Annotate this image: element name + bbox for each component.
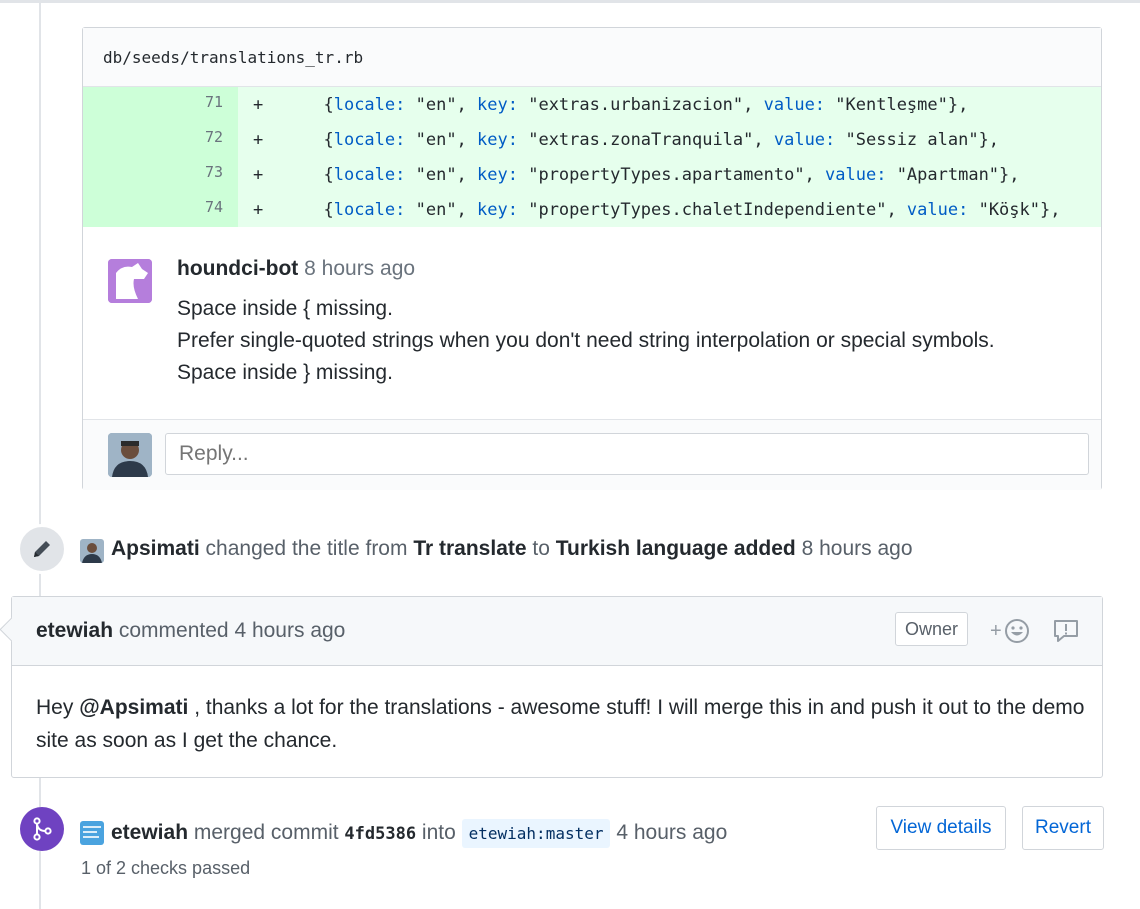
comment-body: Hey @Apsimati , thanks a lot for the tra… [36, 696, 1085, 752]
comment-header: houndci-bot 8 hours ago [177, 257, 415, 281]
review-comment: houndci-bot 8 hours ago Space inside { m… [83, 227, 1101, 420]
current-user-avatar [108, 433, 152, 477]
line-number[interactable]: 71 [83, 87, 238, 122]
merge-badge [20, 807, 64, 851]
comment-header: etewiah commented 4 hours ago Owner + [12, 597, 1102, 666]
smiley-icon [1004, 619, 1029, 643]
comment-title: etewiah commented 4 hours ago [36, 619, 346, 642]
event-time[interactable]: 4 hours ago [616, 821, 727, 844]
event-time[interactable]: 8 hours ago [802, 537, 913, 560]
comment-author[interactable]: etewiah [36, 619, 113, 642]
comment-line: Space inside } missing. [177, 361, 393, 384]
code-line: + {locale: "en", key: "extras.zonaTranqu… [253, 129, 1000, 150]
plus-label: + [990, 619, 1002, 642]
user-mention[interactable]: @Apsimati [79, 696, 188, 719]
code-line: + {locale: "en", key: "propertyTypes.apa… [253, 164, 1020, 185]
file-path[interactable]: db/seeds/translations_tr.rb [103, 48, 363, 67]
report-icon [1054, 620, 1078, 642]
comment-body: Space inside { missing. Prefer single-qu… [177, 293, 995, 389]
comment-line: Space inside { missing. [177, 297, 393, 320]
line-number[interactable]: 74 [83, 192, 238, 227]
add-reaction-button[interactable]: + [990, 617, 1036, 645]
reply-area [83, 420, 1101, 490]
etewiah-avatar[interactable] [80, 821, 104, 845]
merge-text: etewiah merged commit 4fd5386 into etewi… [111, 819, 727, 848]
old-title: Tr translate [413, 537, 527, 560]
new-title: Turkish language added [555, 537, 796, 560]
houndci-bot-avatar[interactable] [108, 259, 152, 303]
report-button[interactable] [1052, 617, 1080, 645]
commit-sha[interactable]: 4fd5386 [344, 824, 416, 844]
git-merge-icon [33, 817, 52, 841]
diff-row: 74 + {locale: "en", key: "propertyTypes.… [83, 192, 1101, 227]
top-border [0, 0, 1140, 3]
comment-time[interactable]: 4 hours ago [234, 619, 345, 642]
title-change-badge [17, 524, 67, 574]
event-actor[interactable]: etewiah [111, 821, 188, 844]
checks-status[interactable]: 1 of 2 checks passed [81, 858, 250, 879]
view-details-button[interactable]: View details [876, 806, 1006, 850]
apsimati-avatar[interactable] [80, 539, 104, 563]
owner-badge: Owner [895, 612, 969, 646]
line-number[interactable]: 72 [83, 122, 238, 157]
comment-time[interactable]: 8 hours ago [304, 257, 415, 280]
diff-row: 71 + {locale: "en", key: "extras.urbaniz… [83, 87, 1101, 122]
file-header: db/seeds/translations_tr.rb [83, 28, 1101, 87]
branch-label: etewiah:master [461, 819, 611, 848]
reply-input[interactable] [165, 433, 1089, 475]
title-change-text: Apsimati changed the title from Tr trans… [111, 537, 913, 560]
pencil-icon [34, 541, 50, 557]
event-actor[interactable]: Apsimati [111, 537, 200, 560]
comment-line: Prefer single-quoted strings when you do… [177, 329, 995, 352]
diff-row: 73 + {locale: "en", key: "propertyTypes.… [83, 157, 1101, 192]
comment-author[interactable]: houndci-bot [177, 257, 298, 280]
review-thread: db/seeds/translations_tr.rb 71 + {locale… [82, 27, 1102, 490]
diff-row: 72 + {locale: "en", key: "extras.zonaTra… [83, 122, 1101, 157]
owner-comment: etewiah commented 4 hours ago Owner + He… [11, 596, 1103, 778]
diff-table: 71 + {locale: "en", key: "extras.urbaniz… [83, 87, 1101, 227]
line-number[interactable]: 73 [83, 157, 238, 192]
code-line: + {locale: "en", key: "propertyTypes.cha… [253, 199, 1061, 220]
code-line: + {locale: "en", key: "extras.urbanizaci… [253, 94, 969, 115]
revert-button[interactable]: Revert [1022, 806, 1104, 850]
